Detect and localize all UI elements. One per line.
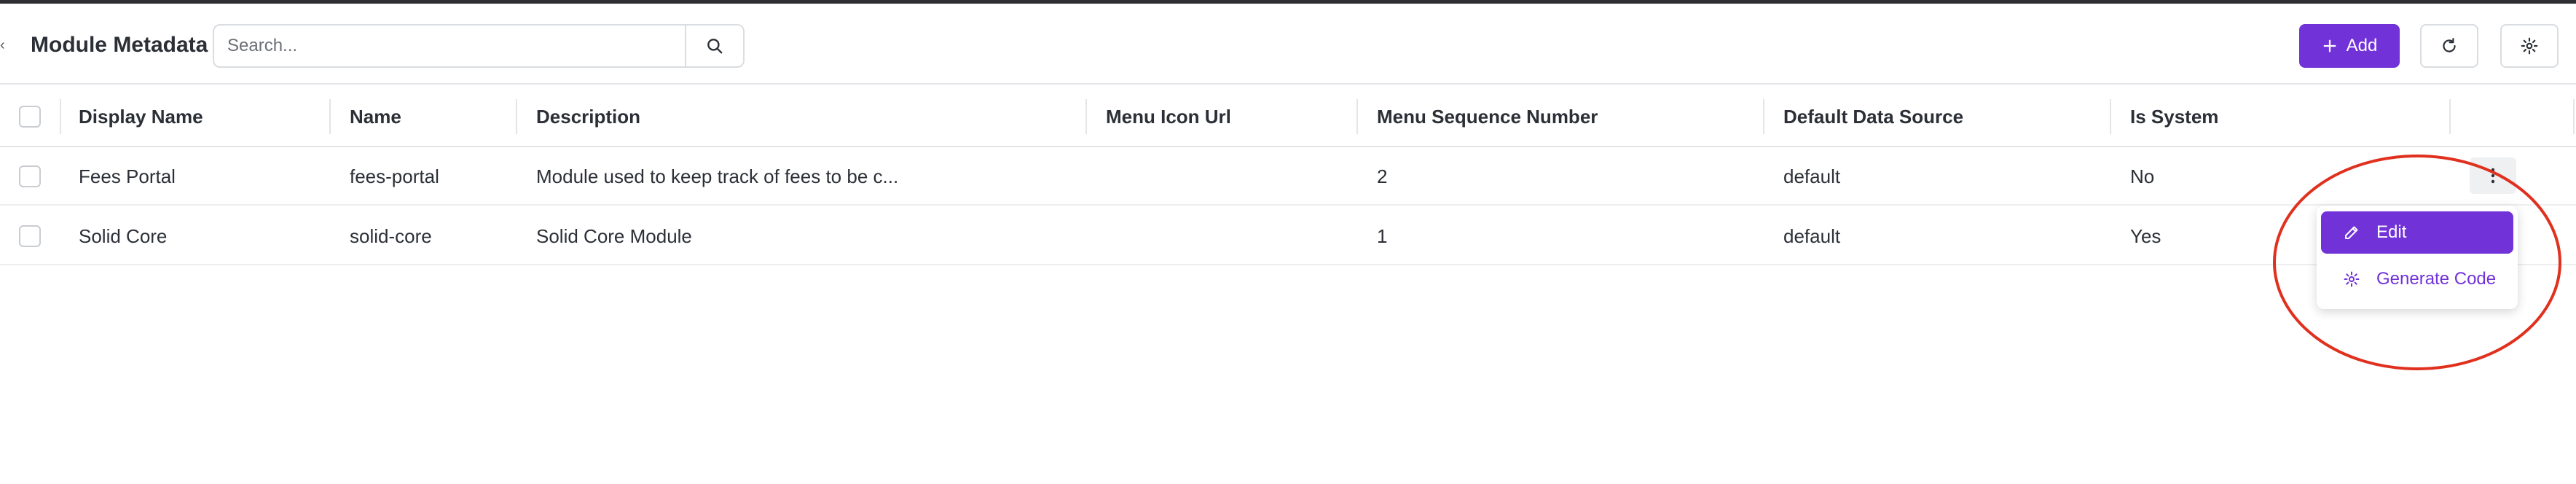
page-header: ‹ Module Metadata Add xyxy=(0,4,2576,85)
cell-menu-sequence-number: 1 xyxy=(1377,225,1388,247)
table-header: Display Name Name Description Menu Icon … xyxy=(0,86,2576,147)
pencil-icon xyxy=(2345,226,2358,239)
row-actions-menu: Edit Generate Code xyxy=(2317,206,2518,309)
refresh-icon xyxy=(2443,38,2456,52)
cell-name: fees-portal xyxy=(350,165,439,187)
add-button-label: Add xyxy=(2346,36,2378,55)
cell-default-data-source: default xyxy=(1783,225,1841,247)
column-divider xyxy=(2573,99,2575,134)
add-button[interactable]: Add xyxy=(2299,24,2400,68)
column-header-name[interactable]: Name xyxy=(331,86,401,147)
row-checkbox[interactable] xyxy=(19,225,41,247)
cell-description: Module used to keep track of fees to be … xyxy=(536,165,899,187)
menu-item-label: Generate Code xyxy=(2376,269,2497,289)
gear-icon xyxy=(2344,271,2360,287)
column-header-menu-icon-url[interactable]: Menu Icon Url xyxy=(1087,86,1231,147)
search-icon xyxy=(707,39,723,54)
column-header-description[interactable]: Description xyxy=(517,86,640,147)
column-header-menu-sequence-number[interactable]: Menu Sequence Number xyxy=(1358,86,1598,147)
menu-item-generate-code[interactable]: Generate Code xyxy=(2321,258,2513,300)
gear-icon xyxy=(2521,37,2538,55)
row-actions-button[interactable] xyxy=(2470,157,2516,194)
menu-item-label: Edit xyxy=(2376,222,2407,242)
page-title: Module Metadata xyxy=(31,33,208,57)
kebab-icon xyxy=(2491,168,2495,184)
column-divider xyxy=(2449,99,2451,134)
cell-name: solid-core xyxy=(350,225,432,247)
cell-default-data-source: default xyxy=(1783,165,1841,187)
search-button[interactable] xyxy=(685,26,743,66)
cell-is-system: Yes xyxy=(2130,225,2161,247)
select-all-checkbox[interactable] xyxy=(19,106,41,128)
settings-button[interactable] xyxy=(2500,24,2559,68)
cell-menu-icon-url xyxy=(1087,207,1106,265)
cell-is-system: No xyxy=(2130,165,2155,187)
chevron-left-icon[interactable]: ‹ xyxy=(0,34,10,56)
column-header-is-system[interactable]: Is System xyxy=(2111,86,2218,147)
cell-menu-sequence-number: 2 xyxy=(1377,165,1388,187)
plus-icon xyxy=(2323,39,2336,52)
cell-display-name: Solid Core xyxy=(79,225,168,247)
table-row[interactable]: Solid Core solid-core Solid Core Module … xyxy=(0,207,2576,265)
search-input[interactable] xyxy=(214,26,685,66)
column-header-default-data-source[interactable]: Default Data Source xyxy=(1764,86,1963,147)
refresh-button[interactable] xyxy=(2420,24,2478,68)
search-box xyxy=(213,24,745,68)
cell-menu-icon-url xyxy=(1087,147,1106,206)
cell-display-name: Fees Portal xyxy=(79,165,176,187)
table-row[interactable]: Fees Portal fees-portal Module used to k… xyxy=(0,147,2576,206)
menu-item-edit[interactable]: Edit xyxy=(2321,211,2513,254)
cell-description: Solid Core Module xyxy=(536,225,692,247)
column-header-display-name[interactable]: Display Name xyxy=(60,86,203,147)
row-checkbox[interactable] xyxy=(19,165,41,187)
